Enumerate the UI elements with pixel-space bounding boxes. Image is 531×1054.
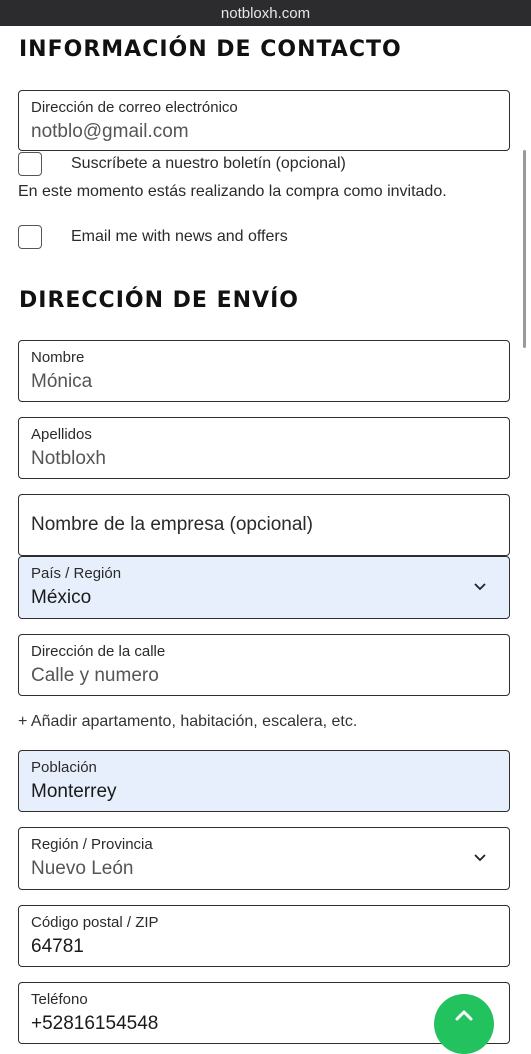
email-label: Dirección de correo electrónico (31, 99, 238, 116)
city-field[interactable]: Población Monterrey (18, 750, 510, 812)
city-value: Monterrey (31, 781, 117, 802)
first-name-field[interactable]: Nombre Mónica (18, 340, 510, 402)
first-name-value: Mónica (31, 371, 93, 392)
street-value: Calle y numero (31, 665, 159, 686)
postal-value: 64781 (31, 936, 84, 957)
contact-heading: INFORMACIÓN DE CONTACTO (19, 37, 402, 62)
add-apartment-link[interactable]: + Añadir apartamento, habitación, escale… (18, 713, 357, 731)
news-offers-checkbox[interactable] (18, 225, 42, 249)
news-offers-label: Email me with news and offers (71, 228, 288, 245)
chevron-down-icon (474, 854, 486, 862)
company-field[interactable]: Nombre de la empresa (opcional) (18, 494, 510, 556)
newsletter-checkbox[interactable] (18, 152, 42, 176)
last-name-label: Apellidos (31, 426, 92, 443)
scrollbar[interactable] (523, 150, 526, 348)
newsletter-row[interactable]: Suscríbete a nuestro boletín (opcional) (18, 152, 346, 176)
country-select[interactable]: País / Región México (18, 556, 510, 619)
street-label: Dirección de la calle (31, 643, 166, 660)
scroll-to-top-button[interactable] (434, 994, 494, 1054)
first-name-label: Nombre (31, 349, 85, 366)
last-name-value: Notbloxh (31, 448, 106, 469)
company-placeholder: Nombre de la empresa (opcional) (31, 514, 313, 535)
guest-notice: En este momento estás realizando la comp… (18, 183, 447, 200)
chevron-up-icon (455, 1010, 473, 1021)
email-field[interactable]: Dirección de correo electrónico notblo@g… (18, 90, 510, 151)
phone-label: Teléfono (31, 991, 88, 1008)
email-value: notblo@gmail.com (31, 121, 189, 142)
url-text: notbloxh.com (220, 4, 311, 22)
phone-value: +52816154548 (31, 1013, 159, 1034)
city-label: Población (31, 759, 97, 776)
browser-url-bar[interactable]: notbloxh.com (0, 0, 531, 26)
postal-field[interactable]: Código postal / ZIP 64781 (18, 905, 510, 967)
shipping-heading: DIRECCIÓN DE ENVÍO (19, 288, 299, 313)
country-label: País / Región (31, 565, 122, 582)
state-value: Nuevo León (31, 858, 134, 879)
postal-label: Código postal / ZIP (31, 914, 159, 931)
state-select[interactable]: Región / Provincia Nuevo León (18, 827, 510, 890)
newsletter-label: Suscríbete a nuestro boletín (opcional) (71, 155, 346, 172)
state-label: Región / Provincia (31, 836, 153, 853)
street-field[interactable]: Dirección de la calle Calle y numero (18, 634, 510, 696)
chevron-down-icon (474, 583, 486, 591)
last-name-field[interactable]: Apellidos Notbloxh (18, 417, 510, 479)
news-offers-row[interactable]: Email me with news and offers (18, 225, 288, 249)
country-value: México (31, 587, 92, 608)
